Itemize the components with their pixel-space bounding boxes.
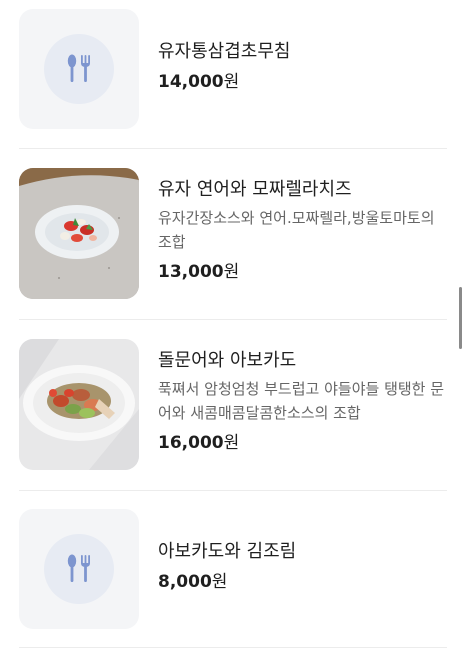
menu-item-description: 푹쪄서 암청엄청 부드럽고 야들야들 탱탱한 문어와 새콤매콤달콤한소스의 조합 (158, 380, 445, 422)
menu-item-price: 16,000원 (158, 433, 240, 453)
menu-item[interactable]: 유자통삼겹초무침 14,000원 (19, 9, 447, 129)
divider (19, 647, 447, 648)
menu-item-name: 아보카도와 김조림 (158, 541, 297, 562)
divider (19, 490, 447, 491)
divider (19, 148, 447, 149)
menu-item-photo (19, 168, 139, 299)
menu-item[interactable]: 돌문어와 아보카도 푹쪄서 암청엄청 부드럽고 야들야들 탱탱한 문어와 새콤매… (19, 339, 447, 470)
menu-item[interactable]: 아보카도와 김조림 8,000원 (19, 509, 447, 629)
utensils-icon (67, 54, 90, 82)
menu-item-image-placeholder (19, 9, 139, 129)
menu-item-photo (19, 339, 139, 470)
menu-item-image-placeholder (19, 509, 139, 629)
divider (19, 319, 447, 320)
menu-item[interactable]: 유자 연어와 모짜렐라치즈 유자간장소스와 연어.모짜렐라,방울토마토의 조합 … (19, 168, 447, 299)
menu-item-price: 8,000원 (158, 572, 228, 592)
menu-item-price: 14,000원 (158, 72, 240, 92)
scrollbar-thumb[interactable] (459, 287, 462, 349)
menu-item-name: 돌문어와 아보카도 (158, 350, 297, 371)
menu-item-description: 유자간장소스와 연어.모짜렐라,방울토마토의 조합 (158, 209, 435, 251)
menu-item-name: 유자통삼겹초무침 (158, 41, 291, 62)
utensils-icon (67, 554, 90, 582)
menu-item-name: 유자 연어와 모짜렐라치즈 (158, 179, 352, 200)
menu-item-price: 13,000원 (158, 262, 240, 282)
